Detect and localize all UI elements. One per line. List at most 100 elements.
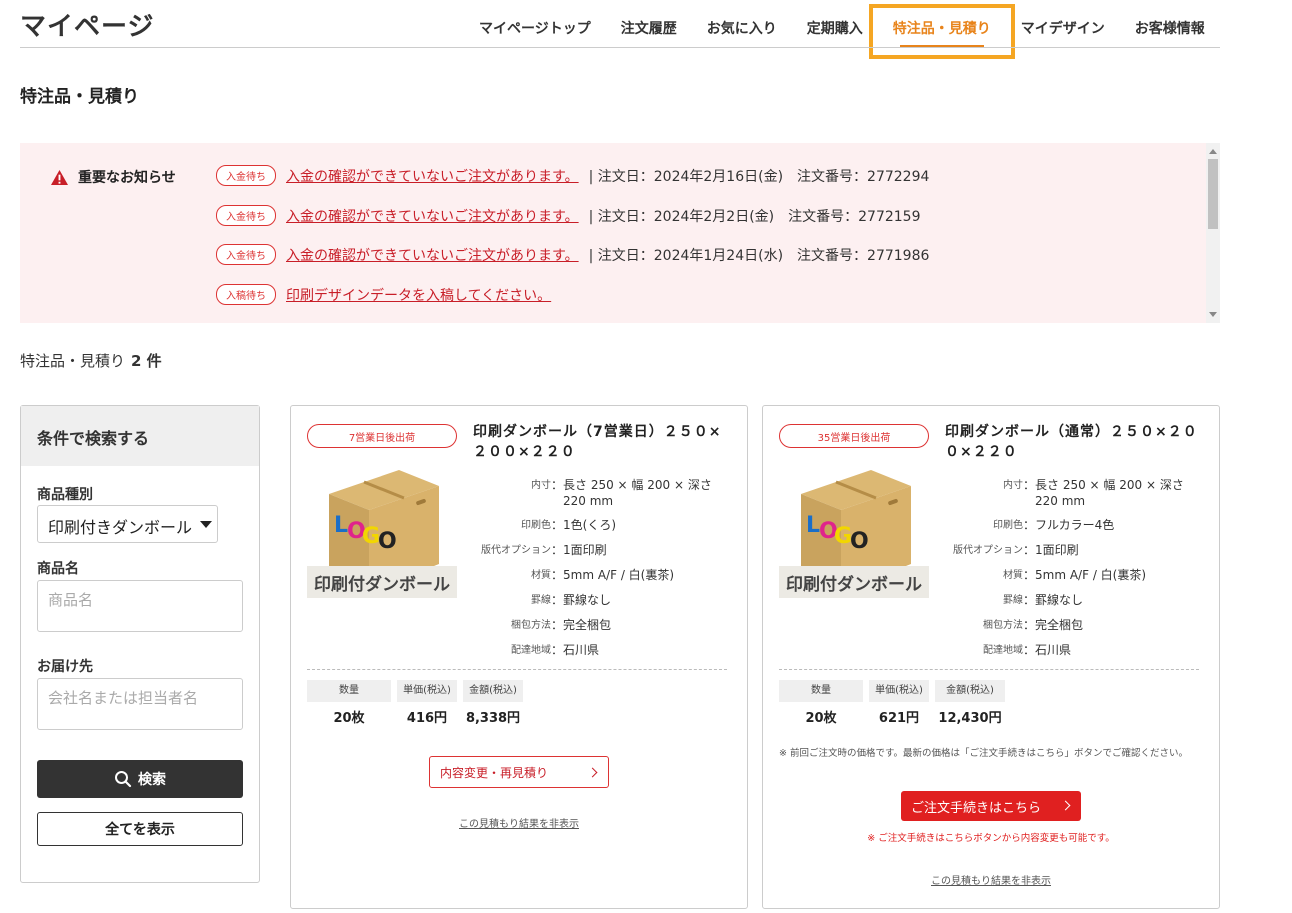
nav-mypage-top[interactable]: マイページトップ bbox=[464, 0, 606, 47]
price-header: 金額(税込) bbox=[463, 680, 523, 702]
spec-value: 1面印刷 bbox=[1035, 543, 1079, 557]
status-badge: 入金待ち bbox=[216, 244, 276, 265]
spec-value: 1面印刷 bbox=[563, 543, 607, 557]
hide-quote-link[interactable]: この見積もり結果を非表示 bbox=[291, 815, 747, 830]
scroll-down-icon[interactable] bbox=[1209, 312, 1217, 317]
notice-item: 入金待ち 入金の確認ができていないご注文があります。 | 注文日：2024年2月… bbox=[216, 205, 921, 226]
product-title: 印刷ダンボール（通常）２５０×２００×２２０ bbox=[945, 424, 1198, 460]
requote-button[interactable]: 内容変更・再見積り bbox=[429, 756, 609, 788]
price-value: 12,430円 bbox=[938, 711, 1002, 726]
order-button[interactable]: ご注文手続きはこちら bbox=[901, 791, 1081, 821]
spec-value: 完全梱包 bbox=[563, 618, 612, 632]
product-name-input[interactable]: 商品名 bbox=[37, 580, 243, 632]
spec-list: 内寸：長さ 250 × 幅 200 × 深さ 220 mm 印刷色：フルカラー4… bbox=[945, 477, 1207, 667]
notice-heading-label: 重要なお知らせ bbox=[78, 170, 176, 186]
result-count-value: 2 件 bbox=[131, 352, 162, 370]
svg-text:L: L bbox=[334, 513, 348, 538]
notice-link[interactable]: 印刷デザインデータを入稿してください。 bbox=[286, 285, 551, 305]
price-table: 数量 20枚 単価(税込) 416円 金額(税込) 8,338円 bbox=[307, 680, 529, 726]
nav-order-history[interactable]: 注文履歴 bbox=[606, 0, 692, 47]
destination-input[interactable]: 会社名または担当者名 bbox=[37, 678, 243, 730]
notice-scrollbar[interactable] bbox=[1206, 143, 1220, 323]
spec-value: 石川県 bbox=[1035, 643, 1072, 657]
spec-row: 梱包方法：完全梱包 bbox=[473, 617, 735, 634]
search-icon bbox=[115, 771, 132, 788]
result-count: 特注品・見積り 2 件 bbox=[20, 350, 162, 371]
scroll-up-icon[interactable] bbox=[1209, 149, 1217, 154]
divider bbox=[307, 669, 727, 670]
product-name-label: 商品名 bbox=[37, 561, 79, 577]
warning-triangle-icon bbox=[51, 169, 68, 185]
spec-key: 材質 bbox=[531, 570, 551, 581]
destination-label: お届け先 bbox=[37, 659, 93, 675]
spec-row: 罫線：罫線なし bbox=[945, 592, 1207, 609]
notice-meta: | 注文日：2024年2月16日(金) 注文番号：2772294 bbox=[588, 168, 930, 185]
notice-link[interactable]: 入金の確認ができていないご注文があります。 bbox=[286, 166, 579, 186]
spec-key: 配達地域 bbox=[511, 645, 551, 656]
hide-quote-link[interactable]: この見積もり結果を非表示 bbox=[763, 872, 1219, 887]
scroll-thumb[interactable] bbox=[1208, 159, 1218, 229]
nav-highlight-box bbox=[869, 4, 1015, 59]
spec-row: 版代オプション： 1面印刷 bbox=[473, 542, 735, 559]
spec-value: 長さ 250 × 幅 200 × 深さ 220 mm bbox=[563, 478, 712, 508]
notice-heading: 重要なお知らせ bbox=[50, 167, 176, 187]
price-header: 単価(税込) bbox=[869, 680, 929, 702]
shipping-badge: 35営業日後出荷 bbox=[779, 424, 929, 448]
show-all-button[interactable]: 全てを表示 bbox=[37, 812, 243, 846]
spec-value: 完全梱包 bbox=[1035, 618, 1084, 632]
spec-row: 梱包方法：完全梱包 bbox=[945, 617, 1207, 634]
page-title: マイページ bbox=[20, 12, 155, 42]
spec-value: 長さ 250 × 幅 200 × 深さ 220 mm bbox=[1035, 478, 1184, 508]
spec-row: 内寸：長さ 250 × 幅 200 × 深さ 220 mm bbox=[945, 477, 1207, 509]
divider bbox=[779, 669, 1199, 670]
important-notice: 重要なお知らせ 入金待ち 入金の確認ができていないご注文があります。 | 注文日… bbox=[20, 143, 1220, 323]
price-col-quantity: 数量 20枚 bbox=[779, 680, 863, 726]
nav-favorites[interactable]: お気に入り bbox=[692, 0, 792, 47]
nav-customer-info[interactable]: お客様情報 bbox=[1120, 0, 1220, 47]
price-header: 金額(税込) bbox=[935, 680, 1005, 702]
notice-item: 入金待ち 入金の確認ができていないご注文があります。 | 注文日：2024年1月… bbox=[216, 244, 929, 265]
quote-card: 7営業日後出荷 L O G O 印刷付ダンボール 印刷ダンボール（7営業日）２５… bbox=[290, 405, 748, 909]
spec-key: 配達地域 bbox=[983, 645, 1023, 656]
section-title: 特注品・見積り bbox=[20, 87, 139, 107]
spec-key: 版代オプション bbox=[953, 545, 1023, 556]
price-value: 621円 bbox=[878, 711, 920, 726]
spec-key: 罫線 bbox=[1003, 595, 1023, 606]
notice-link[interactable]: 入金の確認ができていないご注文があります。 bbox=[286, 245, 579, 265]
status-badge: 入金待ち bbox=[216, 165, 276, 186]
search-button[interactable]: 検索 bbox=[37, 760, 243, 798]
main-nav: マイページトップ 注文履歴 お気に入り 定期購入 特注品・見積り マイデザイン … bbox=[464, 0, 1220, 47]
product-type-select[interactable]: 印刷付きダンボール bbox=[37, 505, 218, 543]
price-col-total: 金額(税込) 8,338円 bbox=[463, 680, 523, 726]
spec-value: 5mm A/F / 白(裏茶) bbox=[1035, 568, 1147, 582]
nav-subscription[interactable]: 定期購入 bbox=[792, 0, 878, 47]
notice-link[interactable]: 入金の確認ができていないご注文があります。 bbox=[286, 206, 579, 226]
spec-row: 罫線：罫線なし bbox=[473, 592, 735, 609]
notice-item: 入稿待ち 印刷デザインデータを入稿してください。 bbox=[216, 284, 551, 305]
search-button-label: 検索 bbox=[138, 772, 166, 788]
svg-text:L: L bbox=[806, 513, 820, 538]
spec-key: 版代オプション bbox=[481, 545, 551, 556]
spec-key: 印刷色 bbox=[993, 520, 1023, 531]
spec-value: 石川県 bbox=[563, 643, 600, 657]
notice-meta: | 注文日：2024年2月2日(金) 注文番号：2772159 bbox=[588, 208, 921, 225]
requote-button-label: 内容変更・再見積り bbox=[440, 765, 549, 780]
product-image-caption: 印刷付ダンボール bbox=[307, 566, 457, 598]
notice-item: 入金待ち 入金の確認ができていないご注文があります。 | 注文日：2024年2月… bbox=[216, 165, 929, 186]
price-header: 数量 bbox=[307, 680, 391, 702]
price-note: ※ 前回ご注文時の価格です。最新の価格は「ご注文手続きはこちら」ボタンでご確認く… bbox=[779, 748, 1189, 759]
shipping-badge: 7営業日後出荷 bbox=[307, 424, 457, 448]
price-col-unit: 単価(税込) 416円 bbox=[397, 680, 457, 726]
spec-value: 罫線なし bbox=[1035, 593, 1084, 607]
price-col-unit: 単価(税込) 621円 bbox=[869, 680, 929, 726]
product-title: 印刷ダンボール（7営業日）２５０×２００×２２０ bbox=[473, 424, 722, 460]
product-type-label: 商品種別 bbox=[37, 487, 93, 503]
header-divider bbox=[20, 47, 1220, 48]
result-count-label: 特注品・見積り bbox=[20, 352, 126, 370]
nav-my-design[interactable]: マイデザイン bbox=[1006, 0, 1120, 47]
sidebar-heading: 条件で検索する bbox=[21, 406, 259, 466]
spec-key: 材質 bbox=[1003, 570, 1023, 581]
spec-value: 1色(くろ) bbox=[563, 518, 617, 532]
spec-row: 配達地域：石川県 bbox=[473, 642, 735, 659]
caret-down-icon bbox=[200, 521, 212, 528]
